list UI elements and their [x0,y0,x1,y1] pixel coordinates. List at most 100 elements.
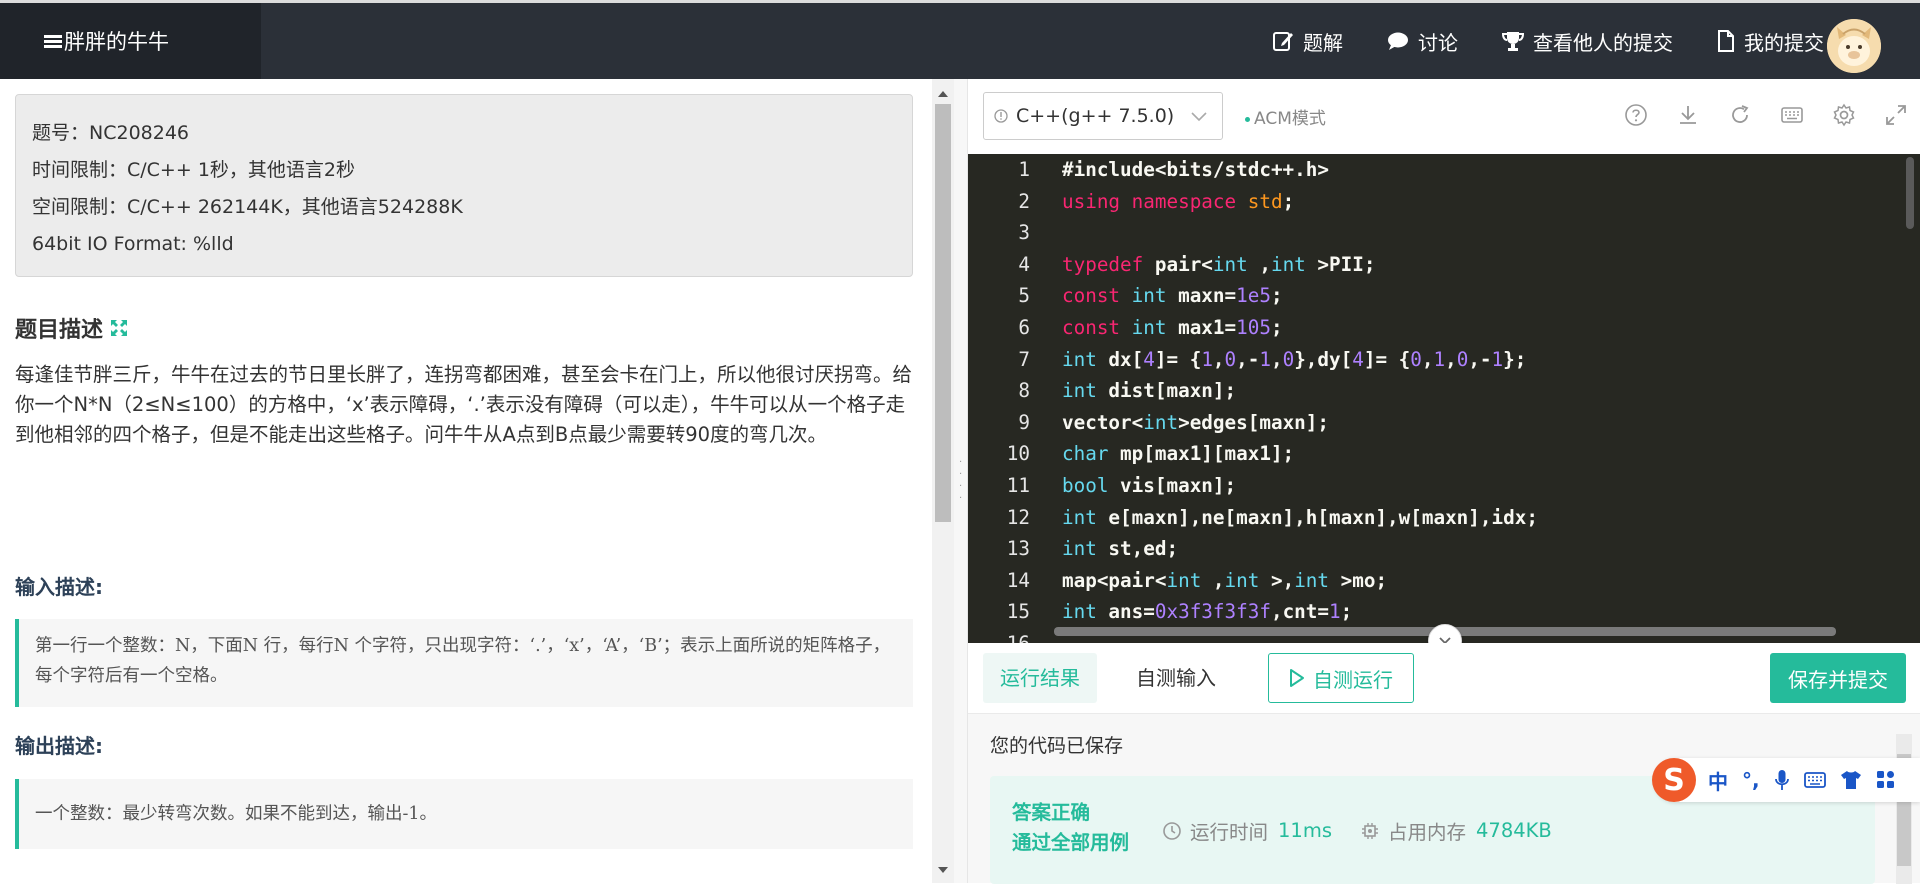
input-heading: 输入描述: [15,575,103,599]
keyboard-icon[interactable] [1780,103,1804,127]
brand-title-link[interactable]: 胖胖的牛牛 [0,3,261,79]
panel-splitter[interactable]: · · · · [954,79,968,883]
verdict: 答案正确 通过全部用例 [1012,798,1129,858]
saved-message: 您的代码已保存 [990,735,1124,757]
line-number: 8 [1018,379,1030,403]
scrollbar-thumb[interactable] [935,104,951,522]
memory-label: 占用内存 [1388,821,1467,844]
acm-mode-label[interactable]: ACM模式 [1245,104,1326,129]
memory-stat: 占用内存 4784KB [1360,816,1552,845]
line-number: 13 [1006,537,1030,561]
output-heading: 输出描述: [15,734,103,758]
input-description: 第一行一个整数：N，下面N 行，每行N 个字符，只出现字符：‘.’，‘x’，‘A… [15,619,913,707]
problem-panel: 题号：NC208246 时间限制：C/C++ 1秒，其他语言2秒 空间限制：C/… [0,79,932,883]
result-scrollbar[interactable] [1896,734,1912,884]
line-number: 14 [1006,568,1030,592]
code-line: 9 vector<int>edges[maxn]; [968,407,1908,439]
code-line: 13 int st,ed; [968,533,1908,565]
problem-scrollbar[interactable] [932,79,954,883]
runtime-stat: 运行时间 11ms [1162,816,1332,845]
problem-info-box: 题号：NC208246 时间限制：C/C++ 1秒，其他语言2秒 空间限制：C/… [15,94,913,277]
nav-others-submissions[interactable]: 查看他人的提交 [1502,27,1673,56]
verdict-all-passed: 通过全部用例 [1012,831,1130,854]
code-line: 15 int ans=0x3f3f3f3f,cnt=1; [968,596,1908,628]
line-number: 11 [1006,474,1030,497]
verdict-accepted: 答案正确 [1012,801,1091,824]
output-description: 一个整数：最少转弯次数。如果不能到达，输出-1。 [15,779,913,849]
tab-run-result[interactable]: 运行结果 [983,653,1097,703]
description-title: 题目描述 [15,318,104,343]
user-avatar[interactable] [1827,19,1881,73]
language-value: C++(g++ 7.5.0) [1016,105,1175,127]
time-limit: 时间限制：C/C++ 1秒，其他语言2秒 [32,159,355,181]
ime-toolbar[interactable]: S 中 °, [1652,758,1920,802]
line-number: 1 [1018,158,1030,181]
save-and-submit-button[interactable]: 保存并提交 [1770,653,1906,703]
drag-handle-icon: · · · · [959,457,963,504]
skin-shirt-icon[interactable] [1840,770,1862,790]
nav-my-submissions[interactable]: 我的提交 [1717,27,1824,56]
microphone-icon[interactable] [1774,769,1790,791]
ime-items: 中 °, [1708,766,1896,795]
chat-icon [1388,32,1408,50]
tab-custom-input[interactable]: 自测输入 [1119,653,1233,703]
memory-value: 4784KB [1476,819,1552,842]
language-select[interactable]: C++(g++ 7.5.0) [983,92,1223,140]
nav-solutions[interactable]: 题解 [1272,27,1343,56]
io-format: 64bit IO Format: %lld [32,233,234,255]
code-line: 2 using namespace std; [968,186,1908,218]
refresh-icon[interactable] [1728,103,1752,127]
code-line: 12 int e[maxn],ne[maxn],h[maxn],w[maxn],i… [968,502,1908,534]
trophy-icon [1502,32,1524,51]
apps-grid-icon[interactable] [1876,770,1896,790]
line-number: 15 [1006,600,1030,624]
problem-description: 每逢佳节胖三斤，牛牛在过去的节日里长胖了，连拐弯都困难，甚至会卡在门上，所以他很… [15,363,913,446]
line-number: 2 [1018,189,1030,213]
nav-discussion[interactable]: 讨论 [1387,27,1458,56]
code-line: 4 typedef pair<int ,int >PII; [968,249,1908,281]
line-number: 10 [1006,442,1030,466]
nav-discussion-label: 讨论 [1418,30,1458,55]
code-line: 5 const int maxn=1e5; [968,280,1908,312]
mode-dot-icon [1245,116,1250,122]
keyboard-icon[interactable] [1803,771,1826,789]
memory-limit: 空间限制：C/C++ 262144K，其他语言524288K [32,196,463,218]
ime-punctuation-toggle[interactable]: °, [1742,768,1760,792]
editor-tool-icons [1624,103,1908,127]
code-line: 6 const int max1=105; [968,312,1908,344]
editor-vertical-scrollbar[interactable] [1906,157,1914,229]
play-icon [1290,669,1304,687]
sogou-logo-icon[interactable]: S [1652,758,1696,802]
ime-chinese-toggle[interactable]: 中 [1708,766,1728,795]
info-circle-icon [994,109,1008,123]
expand-icon[interactable] [109,318,129,338]
list-icon [44,34,62,49]
scroll-down-arrow-icon[interactable] [938,867,948,873]
scroll-up-arrow-icon[interactable] [938,91,948,97]
settings-gear-icon[interactable] [1832,103,1856,127]
nav-solutions-label: 题解 [1303,30,1343,55]
runtime-label: 运行时间 [1190,821,1269,844]
header-nav: 题解 讨论 查看他人的提交 我的提交 [1272,3,1824,79]
problem-id: 题号：NC208246 [32,122,190,144]
code-line: 1 #include<bits/stdc++.h> [968,154,1908,186]
custom-run-button[interactable]: 自测运行 [1268,653,1414,703]
line-number: 9 [1018,410,1030,434]
acm-mode-text: ACM模式 [1254,109,1326,129]
editor-toolbar: C++(g++ 7.5.0) ACM模式 [968,79,1920,154]
line-number: 5 [1018,284,1030,308]
clock-icon [1163,821,1181,840]
fullscreen-icon[interactable] [1884,103,1908,127]
document-icon [1718,30,1734,52]
download-icon[interactable] [1676,103,1700,127]
code-editor[interactable]: 1 #include<bits/stdc++.h> 2 using namespac… [968,154,1920,643]
line-number: 16 [1007,628,1030,643]
nav-others-submissions-label: 查看他人的提交 [1533,30,1673,55]
chevron-down-icon [1191,112,1207,122]
code-line: 7 int dx[4]= {1,0,-1,0},dy[4]= {0,1,0,-1}… [968,344,1908,376]
code-line: 11 bool vis[maxn]; [968,470,1908,502]
line-number: 12 [1006,505,1030,529]
help-icon[interactable] [1624,103,1648,127]
custom-run-label: 自测运行 [1313,667,1393,692]
code-line: 3 [968,217,1908,249]
